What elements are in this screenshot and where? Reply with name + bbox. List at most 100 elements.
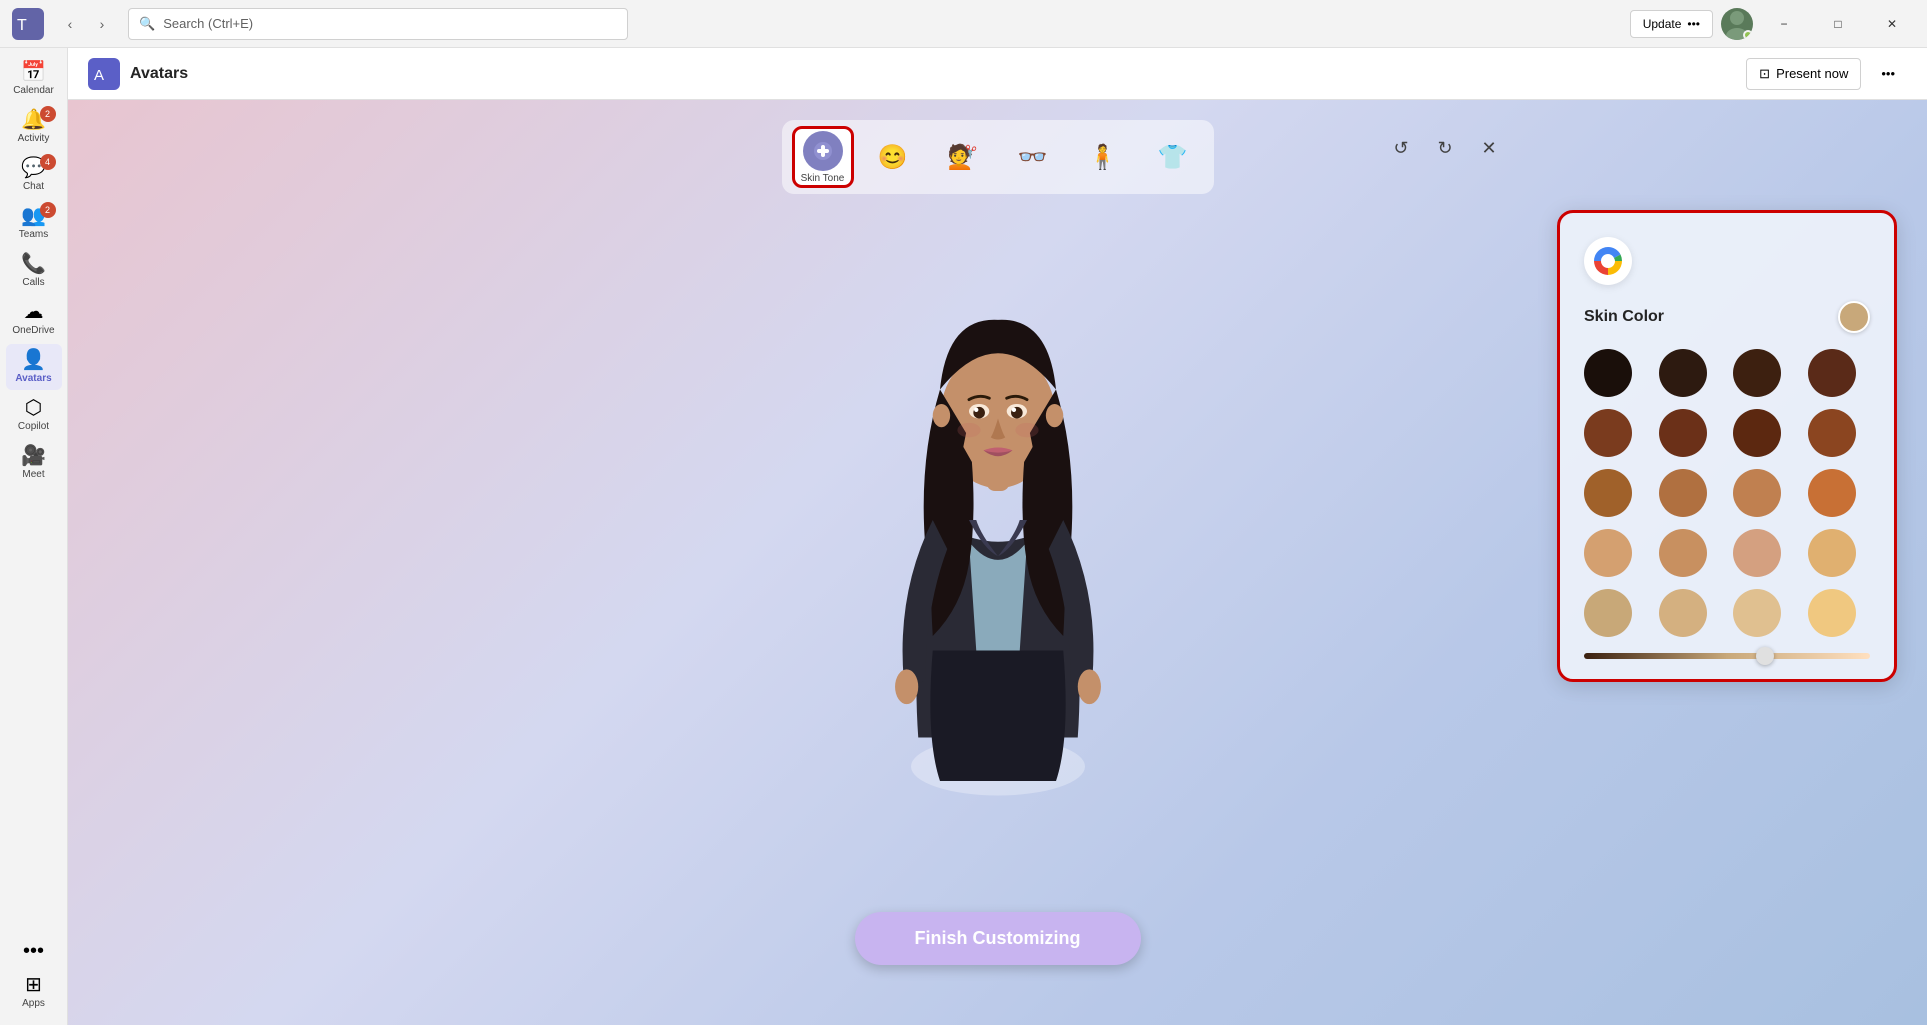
panel-logo-icon [1592,245,1624,277]
color-swatch-16[interactable] [1808,529,1856,577]
skin-tone-slider[interactable] [1584,653,1870,659]
color-swatch-13[interactable] [1584,529,1632,577]
accessories-tab-icon: 👓 [1018,143,1048,172]
customization-tab-bar: Skin Tone 😊 💇 👓 🧍 [782,120,1214,194]
sidebar-item-apps[interactable]: ⊞ Apps [6,969,62,1015]
titlebar-right: Update ••• − □ ✕ [1630,8,1915,40]
color-swatch-11[interactable] [1733,469,1781,517]
undo-button[interactable]: ↺ [1383,130,1419,166]
sidebar-item-label: Chat [23,181,44,192]
calls-icon: 📞 [21,254,46,274]
sidebar-item-chat[interactable]: 💬 4 Chat [6,152,62,198]
avatars-icon: 👤 [21,350,46,370]
sidebar-item-label: Teams [19,229,48,240]
main-layout: 📅 Calendar 🔔 2 Activity 💬 4 Chat 👥 2 Tea… [0,48,1927,1025]
online-status-badge [1743,30,1753,40]
tab-body[interactable]: 🧍 [1072,126,1134,188]
forward-button[interactable]: › [88,10,116,38]
sidebar-item-calendar[interactable]: 📅 Calendar [6,56,62,102]
hair-tab-icon: 💇 [948,143,978,172]
color-swatch-10[interactable] [1659,469,1707,517]
header-more-button[interactable]: ••• [1869,58,1907,90]
apps-icon: ⊞ [25,975,42,995]
face-tab-icon: 😊 [878,143,908,172]
more-icon: ••• [23,941,44,961]
sidebar-item-onedrive[interactable]: ☁ OneDrive [6,296,62,342]
sidebar-item-copilot[interactable]: ⬡ Copilot [6,392,62,438]
color-swatch-4[interactable] [1808,349,1856,397]
avatar-workspace: Skin Tone 😊 💇 👓 🧍 [68,100,1927,1025]
page-title: Avatars [130,65,188,83]
tab-skin-tone[interactable]: Skin Tone [792,126,854,188]
sidebar-item-avatars[interactable]: 👤 Avatars [6,344,62,390]
tab-clothing[interactable]: 👕 [1142,126,1204,188]
search-placeholder: Search (Ctrl+E) [163,16,253,31]
svg-text:A: A [94,67,104,84]
sidebar-item-label: Copilot [18,421,49,432]
sidebar-item-label: Avatars [15,373,51,384]
color-swatch-14[interactable] [1659,529,1707,577]
sidebar-item-label: Calendar [13,85,54,96]
panel-title-row: Skin Color [1584,301,1870,333]
color-swatch-18[interactable] [1659,589,1707,637]
color-swatch-17[interactable] [1584,589,1632,637]
color-swatch-6[interactable] [1659,409,1707,457]
color-swatch-8[interactable] [1808,409,1856,457]
maximize-button[interactable]: □ [1815,8,1861,40]
minimize-button[interactable]: − [1761,8,1807,40]
chat-badge: 4 [40,154,56,170]
close-button[interactable]: ✕ [1869,8,1915,40]
color-swatch-15[interactable] [1733,529,1781,577]
header-right: ⊡ Present now ••• [1746,58,1907,90]
tab-face[interactable]: 😊 [862,126,924,188]
panel-logo [1584,237,1632,285]
color-swatch-1[interactable] [1584,349,1632,397]
color-swatch-9[interactable] [1584,469,1632,517]
user-avatar[interactable] [1721,8,1753,40]
skin-color-grid [1584,349,1870,637]
color-swatch-3[interactable] [1733,349,1781,397]
redo-button[interactable]: ↻ [1427,130,1463,166]
app-icon: A [88,58,120,90]
color-swatch-12[interactable] [1808,469,1856,517]
update-button[interactable]: Update ••• [1630,10,1713,38]
selected-color-swatch[interactable] [1838,301,1870,333]
body-tab-icon: 🧍 [1088,143,1118,172]
color-swatch-20[interactable] [1808,589,1856,637]
back-button[interactable]: ‹ [56,10,84,38]
calendar-icon: 📅 [21,62,46,82]
content-header: A Avatars ⊡ Present now ••• [68,48,1927,100]
slider-thumb[interactable] [1756,647,1774,665]
nav-buttons: ‹ › [56,10,116,38]
teams-badge: 2 [40,202,56,218]
onedrive-icon: ☁ [24,302,44,322]
skin-color-panel: Skin Color [1557,210,1897,682]
color-swatch-19[interactable] [1733,589,1781,637]
color-swatch-7[interactable] [1733,409,1781,457]
teams-logo: T [12,8,44,40]
sidebar-item-calls[interactable]: 📞 Calls [6,248,62,294]
content-area: A Avatars ⊡ Present now ••• [68,48,1927,1025]
sidebar-item-more[interactable]: ••• [6,935,62,967]
close-editor-button[interactable]: ✕ [1471,130,1507,166]
search-icon: 🔍 [139,16,155,32]
avatar-figure [808,230,1188,810]
present-now-button[interactable]: ⊡ Present now [1746,58,1861,90]
sidebar-item-activity[interactable]: 🔔 2 Activity [6,104,62,150]
search-bar[interactable]: 🔍 Search (Ctrl+E) [128,8,628,40]
svg-text:T: T [17,17,27,34]
color-swatch-2[interactable] [1659,349,1707,397]
activity-badge: 2 [40,106,56,122]
clothing-tab-icon: 👕 [1158,143,1188,172]
finish-customizing-button[interactable]: Finish Customizing [855,912,1141,965]
tab-hair[interactable]: 💇 [932,126,994,188]
editor-controls: ↺ ↻ ✕ [1383,130,1507,166]
sidebar-item-teams[interactable]: 👥 2 Teams [6,200,62,246]
color-swatch-5[interactable] [1584,409,1632,457]
sidebar-item-label: Meet [22,469,44,480]
skin-tone-tab-icon [803,131,843,171]
avatar-preview [798,220,1198,820]
sidebar-item-label: Activity [18,133,50,144]
tab-accessories[interactable]: 👓 [1002,126,1064,188]
sidebar-item-meet[interactable]: 🎥 Meet [6,440,62,486]
